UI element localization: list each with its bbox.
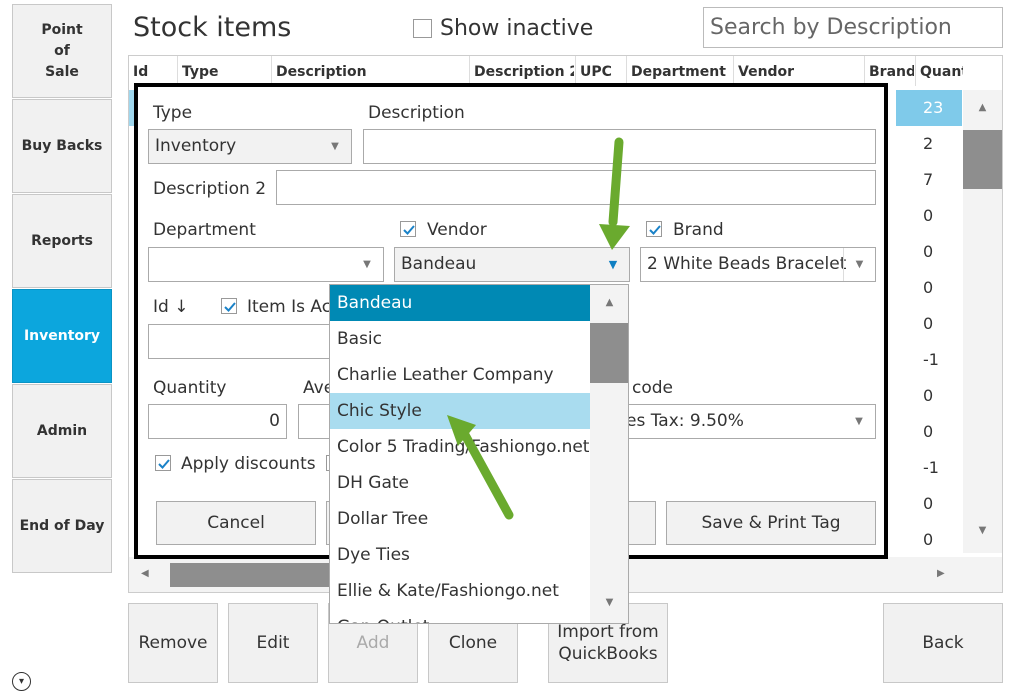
vendor-option[interactable]: Dollar Tree [330, 501, 590, 537]
scroll-down-icon[interactable]: ▾ [12, 672, 31, 691]
department-dropdown[interactable]: ▼ [148, 247, 384, 282]
brand-dropdown[interactable]: 2 White Beads Bracelet ▼ [640, 247, 876, 282]
grid-vertical-scroll-thumb[interactable] [963, 130, 1002, 189]
search-input[interactable] [703, 7, 1003, 48]
scroll-up-icon[interactable]: ▲ [963, 102, 1002, 113]
scroll-down-icon[interactable]: ▼ [590, 597, 628, 608]
type-dropdown[interactable]: Inventory ▼ [148, 129, 352, 164]
vendor-option[interactable]: Color 5 Trading/Fashiongo.net [330, 429, 590, 465]
column-header-id[interactable]: Id [129, 56, 176, 86]
vendor-option[interactable]: Bandeau [330, 285, 590, 321]
item-active-label: Item Is Act [247, 297, 338, 317]
chevron-down-icon[interactable]: ▼ [843, 248, 875, 281]
checkmark-icon [224, 302, 236, 312]
grid-vertical-scrollbar[interactable]: ▲ ▼ [963, 90, 1002, 553]
vendor-label: Vendor [427, 220, 487, 240]
tax-code-value: es Tax: 9.50% [626, 411, 744, 431]
vendor-option[interactable]: Chic Style [330, 393, 590, 429]
apply-discounts-checkbox[interactable] [155, 455, 171, 471]
chevron-down-icon[interactable]: ▼ [351, 248, 383, 281]
type-label: Type [153, 103, 193, 123]
quantity-cell[interactable]: -1 [896, 450, 962, 486]
scroll-right-icon[interactable]: ▶ [937, 568, 945, 579]
vendor-option[interactable]: DH Gate [330, 465, 590, 501]
department-label: Department [153, 220, 256, 240]
quantity-cell[interactable]: 7 [896, 162, 962, 198]
quantity-cell[interactable]: 0 [896, 234, 962, 270]
tax-code-label: code [632, 378, 673, 398]
quantity-cell[interactable]: -1 [896, 342, 962, 378]
vendor-list-scrollbar[interactable]: ▲ ▼ [590, 285, 628, 623]
vendor-value: Bandeau [401, 254, 477, 274]
column-header-quantity[interactable]: Quant [915, 56, 963, 86]
sidebar-item-point-of-sale[interactable]: Point of Sale [12, 4, 112, 98]
column-header-department[interactable]: Department [626, 56, 732, 86]
quantity-cell[interactable]: 0 [896, 378, 962, 414]
column-header-description[interactable]: Description [271, 56, 468, 86]
sidebar-item-end-of-day[interactable]: End of Day [12, 479, 112, 573]
sidebar-item-inventory[interactable]: Inventory [12, 289, 112, 383]
column-header-upc[interactable]: UPC [575, 56, 625, 86]
checkmark-icon [649, 225, 661, 235]
cancel-button[interactable]: Cancel [156, 501, 316, 545]
description-label: Description [368, 103, 465, 123]
scroll-down-icon[interactable]: ▼ [963, 525, 1002, 536]
chevron-down-icon[interactable]: ▼ [597, 248, 629, 281]
scrollbar-corner [963, 557, 1002, 592]
description-2-input[interactable] [276, 170, 876, 205]
chevron-down-icon[interactable]: ▼ [843, 405, 875, 438]
quantity-cell[interactable]: 2 [896, 126, 962, 162]
id-input[interactable] [148, 324, 331, 359]
vendor-dropdown-list[interactable]: Bandeau Basic Charlie Leather Company Ch… [329, 284, 629, 624]
column-header-vendor[interactable]: Vendor [733, 56, 863, 86]
description-input[interactable] [363, 129, 876, 164]
type-value: Inventory [155, 136, 237, 156]
quantity-cell[interactable]: 23 [896, 90, 962, 126]
vendor-option[interactable]: Gap Outlet [330, 609, 590, 623]
checkmark-icon [158, 459, 170, 469]
sidebar-item-buy-backs[interactable]: Buy Backs [12, 99, 112, 193]
chevron-down-icon[interactable]: ▼ [319, 130, 351, 163]
quantity-cell[interactable]: 0 [896, 198, 962, 234]
quantity-cell[interactable]: 0 [896, 486, 962, 522]
quantity-cell[interactable]: 0 [896, 414, 962, 450]
quantity-cell[interactable]: 0 [896, 306, 962, 342]
brand-value: 2 White Beads Bracelet [647, 254, 847, 274]
remove-button[interactable]: Remove [128, 603, 218, 683]
description-2-label: Description 2 [153, 179, 267, 199]
quantity-cell[interactable]: 0 [896, 270, 962, 306]
column-header-type[interactable]: Type [177, 56, 270, 86]
scroll-left-icon[interactable]: ◀ [141, 568, 149, 579]
edit-button[interactable]: Edit [228, 603, 318, 683]
apply-discounts-label: Apply discounts [181, 454, 316, 474]
back-button[interactable]: Back [883, 603, 1003, 683]
show-inactive-checkbox[interactable] [413, 19, 432, 38]
scroll-up-icon[interactable]: ▲ [590, 297, 628, 308]
quantity-input[interactable]: 0 [148, 404, 287, 439]
vendor-checkbox[interactable] [400, 221, 416, 237]
show-inactive-label: Show inactive [440, 16, 594, 41]
vendor-list-scroll-thumb[interactable] [590, 323, 628, 383]
show-inactive-toggle[interactable]: Show inactive [413, 16, 593, 41]
brand-label: Brand [673, 220, 724, 240]
page-title: Stock items [133, 12, 292, 43]
vendor-option[interactable]: Dye Ties [330, 537, 590, 573]
id-label[interactable]: Id ↓ [153, 297, 188, 317]
vendor-option[interactable]: Basic [330, 321, 590, 357]
save-print-tag-button[interactable]: Save & Print Tag [666, 501, 876, 545]
tax-code-dropdown[interactable]: es Tax: 9.50% ▼ [620, 404, 876, 439]
checkmark-icon [403, 225, 415, 235]
vendor-option[interactable]: Ellie & Kate/Fashiongo.net [330, 573, 590, 609]
column-header-brand[interactable]: Brand [864, 56, 914, 86]
sidebar-item-reports[interactable]: Reports [12, 194, 112, 288]
item-active-checkbox[interactable] [221, 298, 237, 314]
quantity-cell[interactable]: 0 [896, 522, 962, 558]
quantity-label: Quantity [153, 378, 227, 398]
vendor-dropdown[interactable]: Bandeau ▼ [394, 247, 630, 282]
vendor-option[interactable]: Charlie Leather Company [330, 357, 590, 393]
brand-checkbox[interactable] [646, 221, 662, 237]
sidebar-item-admin[interactable]: Admin [12, 384, 112, 478]
average-cost-input[interactable] [298, 404, 331, 439]
column-header-description-2[interactable]: Description 2 [469, 56, 574, 86]
